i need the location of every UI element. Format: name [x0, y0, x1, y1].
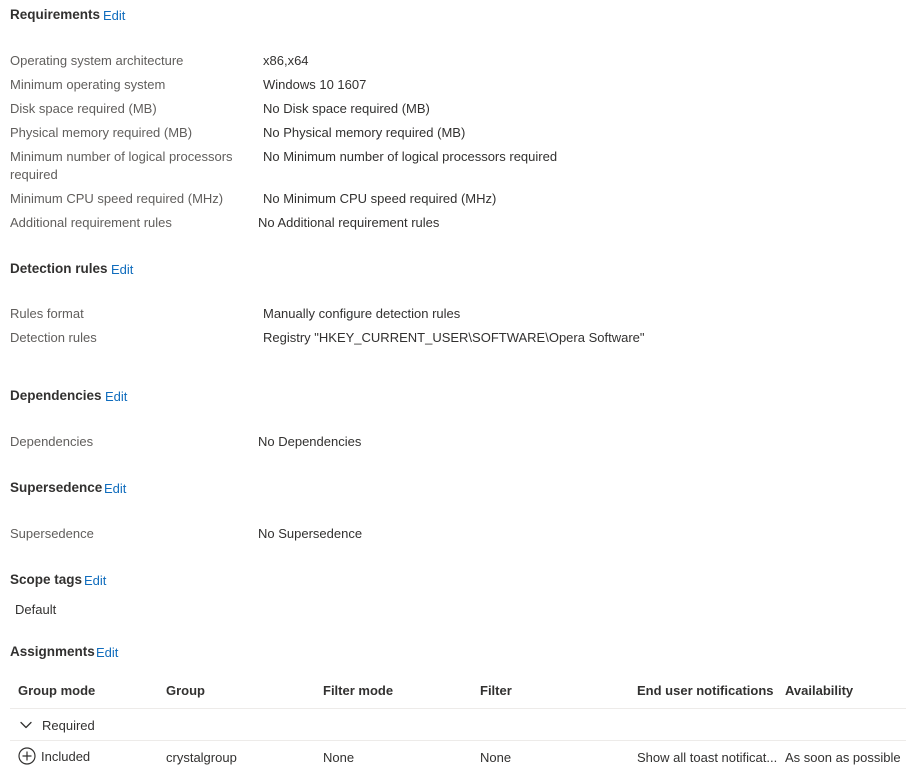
req-label-architecture: Operating system architecture — [10, 53, 184, 68]
supersedence-value: No Supersedence — [258, 526, 363, 541]
det-value-detection-rules: Registry "HKEY_CURRENT_USER\SOFTWARE\Ope… — [263, 330, 645, 345]
req-label-disk-space: Disk space required (MB) — [10, 101, 157, 116]
cell-group-mode: Included — [41, 749, 91, 764]
column-header-filter: Filter — [480, 683, 512, 698]
req-value-cpu-speed: No Minimum CPU speed required (MHz) — [263, 191, 497, 206]
column-header-group: Group — [166, 683, 205, 698]
column-header-availability: Availability — [785, 683, 854, 698]
cell-end-user-notifications: Show all toast notificat... — [637, 750, 778, 765]
cell-filter: None — [480, 750, 512, 765]
column-header-filter-mode: Filter mode — [323, 683, 394, 698]
scope-tag-value: Default — [15, 602, 57, 617]
dependencies-label: Dependencies — [10, 434, 94, 449]
requirements-heading: Requirements — [10, 7, 101, 22]
cell-group: crystalgroup — [166, 750, 237, 765]
supersedence-edit-link[interactable]: Edit — [104, 481, 126, 496]
assignments-heading: Assignments — [10, 644, 95, 659]
req-label-cpu-speed: Minimum CPU speed required (MHz) — [10, 191, 224, 206]
group-row-required[interactable]: Required — [10, 710, 906, 740]
table-row[interactable]: Included crystalgroup None None Show all… — [10, 741, 906, 771]
det-label-rules-format: Rules format — [10, 306, 84, 321]
req-value-disk-space: No Disk space required (MB) — [263, 101, 430, 116]
dependencies-heading: Dependencies — [10, 388, 102, 403]
req-value-processors: No Minimum number of logical processors … — [263, 149, 558, 164]
req-value-min-os: Windows 10 1607 — [263, 77, 367, 92]
header-divider — [10, 708, 906, 709]
det-label-detection-rules: Detection rules — [10, 330, 97, 345]
group-label-required: Required — [42, 718, 95, 733]
detection-heading: Detection rules — [10, 261, 108, 276]
cell-availability: As soon as possible — [785, 750, 901, 765]
req-label-additional-rules: Additional requirement rules — [10, 215, 172, 230]
req-label-memory: Physical memory required (MB) — [10, 125, 193, 140]
req-value-additional-rules: No Additional requirement rules — [258, 215, 440, 230]
req-label-processors: Minimum number of logical processors req… — [10, 149, 233, 182]
supersedence-label: Supersedence — [10, 526, 94, 541]
det-value-rules-format: Manually configure detection rules — [263, 306, 461, 321]
req-value-memory: No Physical memory required (MB) — [263, 125, 466, 140]
req-value-architecture: x86,x64 — [263, 53, 309, 68]
dependencies-value: No Dependencies — [258, 434, 362, 449]
cell-filter-mode: None — [323, 750, 355, 765]
req-label-min-os: Minimum operating system — [10, 77, 166, 92]
column-header-group-mode: Group mode — [18, 683, 96, 698]
requirements-edit-link[interactable]: Edit — [103, 8, 125, 23]
detection-edit-link[interactable]: Edit — [111, 262, 133, 277]
supersedence-heading: Supersedence — [10, 480, 103, 495]
dependencies-edit-link[interactable]: Edit — [105, 389, 127, 404]
scope-tags-heading: Scope tags — [10, 572, 83, 587]
assignments-edit-link[interactable]: Edit — [96, 645, 118, 660]
scope-tags-edit-link[interactable]: Edit — [84, 573, 106, 588]
column-header-end-user-notifications: End user notifications — [637, 683, 774, 698]
chevron-down-icon[interactable] — [19, 718, 33, 732]
add-circle-icon — [18, 747, 36, 765]
